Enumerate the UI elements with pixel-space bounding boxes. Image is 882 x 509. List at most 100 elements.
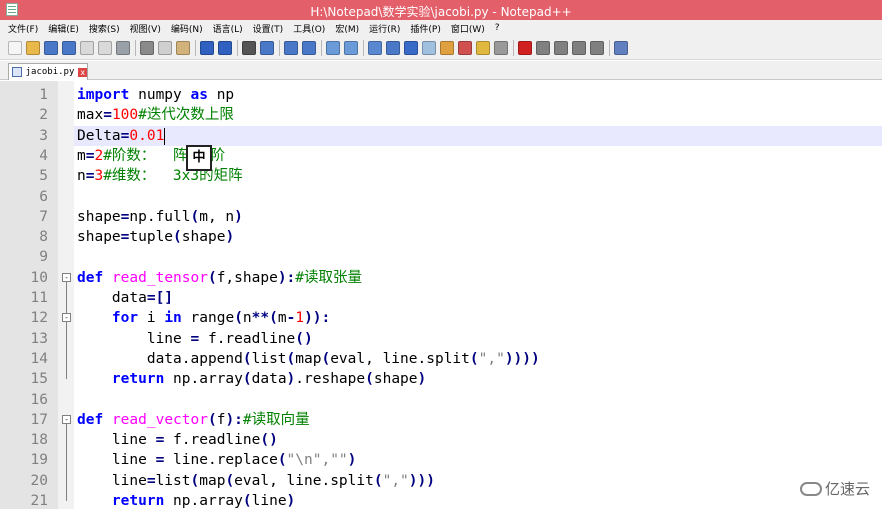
save-all-icon[interactable] bbox=[62, 40, 76, 55]
code-token-op: = bbox=[146, 472, 156, 489]
close-file-icon[interactable] bbox=[80, 40, 94, 55]
toolbar-separator bbox=[363, 39, 364, 56]
close-all-icon[interactable] bbox=[98, 40, 112, 55]
code-line[interactable]: return np.array(data).reshape(shape) bbox=[77, 369, 426, 389]
editor[interactable]: 1 2 3 4 5 6 7 8 9 10 11 12 13 14 15 16 17 18 19 20 21 --- im… bbox=[0, 81, 882, 509]
code-token-plain: line bbox=[77, 472, 147, 489]
fold-margin[interactable]: - - - bbox=[58, 81, 74, 509]
sync-horizontal-icon[interactable] bbox=[344, 40, 358, 55]
code-token-op: ( bbox=[242, 371, 252, 388]
code-token-plain: shape bbox=[77, 229, 121, 246]
menu-item-12[interactable]: ? bbox=[495, 23, 500, 33]
new-file-icon[interactable] bbox=[8, 40, 22, 55]
code-line[interactable]: data=[] bbox=[77, 288, 173, 308]
zoom-out-icon[interactable] bbox=[302, 40, 316, 55]
monitoring-icon[interactable] bbox=[494, 40, 508, 55]
run-multiple-icon[interactable] bbox=[572, 40, 586, 55]
code-line[interactable]: data.append(list(map(eval, line.split(",… bbox=[77, 349, 540, 369]
close-tab-icon[interactable]: x bbox=[78, 67, 87, 77]
copy-icon[interactable] bbox=[158, 40, 172, 55]
line-number: 15 bbox=[30, 371, 48, 388]
record-macro-icon[interactable] bbox=[518, 40, 532, 55]
code-token-plain: map bbox=[295, 350, 322, 367]
menu-item-11[interactable]: 窗口(W) bbox=[451, 22, 485, 35]
code-token-plain: np.full bbox=[129, 208, 191, 225]
code-token-plain: m bbox=[277, 310, 287, 327]
paste-icon[interactable] bbox=[176, 40, 190, 55]
code-token-kw: as bbox=[190, 87, 208, 103]
menu-item-8[interactable]: 宏(M) bbox=[335, 22, 359, 35]
code-line[interactable]: line=list(map(eval, line.split(","))) bbox=[77, 471, 435, 491]
menu-item-3[interactable]: 视图(V) bbox=[130, 22, 161, 35]
code-line[interactable]: def read_vector(f):#读取向量 bbox=[77, 410, 310, 430]
tab-jacobi-py[interactable]: jacobi.py x bbox=[8, 63, 88, 80]
sync-vertical-icon[interactable] bbox=[326, 40, 340, 55]
code-line[interactable]: import numpy as np bbox=[77, 85, 234, 105]
menu-item-10[interactable]: 插件(P) bbox=[410, 22, 440, 35]
code-token-op: =[] bbox=[146, 290, 174, 306]
fold-toggle-icon[interactable]: - bbox=[62, 414, 71, 424]
code-token-plain: n bbox=[242, 310, 252, 327]
undo-icon[interactable] bbox=[200, 40, 214, 55]
cut-icon[interactable] bbox=[140, 40, 154, 55]
stop-record-icon[interactable] bbox=[536, 40, 550, 55]
print-icon[interactable] bbox=[116, 40, 130, 55]
code-line[interactable]: shape=np.full(m, n) bbox=[77, 207, 243, 227]
menu-item-6[interactable]: 设置(T) bbox=[253, 22, 284, 35]
code-token-op: ( bbox=[190, 472, 200, 489]
function-list-icon[interactable] bbox=[458, 40, 472, 55]
code-token-plain: m, n bbox=[199, 208, 235, 225]
code-token-plain: f,shape bbox=[216, 269, 278, 286]
code-line[interactable]: def read_tensor(f,shape):#读取张量 bbox=[77, 268, 362, 288]
watermark-text: 亿速云 bbox=[825, 480, 871, 498]
replace-icon[interactable] bbox=[260, 40, 274, 55]
code-line[interactable]: line = line.replace("\n","") bbox=[77, 450, 356, 470]
open-folder-icon[interactable] bbox=[26, 40, 40, 55]
line-number: 1 bbox=[39, 87, 48, 103]
title-bar: H:\Notepad\数学实验\jacobi.py - Notepad++ bbox=[0, 0, 882, 20]
code-line[interactable]: n=3#维数： 3x3的矩阵 bbox=[77, 166, 243, 186]
code-line[interactable]: line = f.readline() bbox=[77, 329, 313, 349]
code-line[interactable]: return np.array(line) bbox=[77, 491, 295, 509]
redo-icon[interactable] bbox=[218, 40, 232, 55]
code-token-op: ( bbox=[234, 310, 243, 327]
zoom-in-icon[interactable] bbox=[284, 40, 298, 55]
fold-toggle-icon[interactable]: - bbox=[62, 272, 71, 282]
find-icon[interactable] bbox=[242, 40, 256, 55]
code-token-op: ) bbox=[286, 371, 296, 388]
code-token-plain: shape bbox=[77, 208, 121, 225]
code-token-plain: tuple bbox=[129, 229, 174, 246]
fold-toggle-icon[interactable]: - bbox=[62, 313, 71, 323]
line-number: 3 bbox=[39, 127, 48, 144]
menu-item-5[interactable]: 语言(L) bbox=[213, 22, 243, 35]
code-line[interactable]: shape=tuple(shape) bbox=[77, 227, 234, 247]
code-token-op: = bbox=[155, 432, 165, 449]
menu-item-2[interactable]: 搜索(S) bbox=[89, 22, 120, 35]
lang-define-icon[interactable] bbox=[422, 40, 436, 55]
code-token-op: = bbox=[155, 452, 165, 469]
save-icon[interactable] bbox=[44, 40, 58, 55]
code-line[interactable]: line = f.readline() bbox=[77, 430, 278, 450]
code-line[interactable]: max=100#迭代次数上限 bbox=[77, 105, 234, 125]
indent-guide-icon[interactable] bbox=[404, 40, 418, 55]
doc-map-icon[interactable] bbox=[440, 40, 454, 55]
word-wrap-icon[interactable] bbox=[368, 40, 382, 55]
menu-item-4[interactable]: 编码(N) bbox=[171, 22, 203, 35]
code-token-com: #读取张量 bbox=[295, 269, 363, 286]
code-token-com: #读取向量 bbox=[242, 411, 310, 428]
folder-workspace-icon[interactable] bbox=[476, 40, 490, 55]
line-number: 8 bbox=[39, 229, 48, 246]
code-line[interactable]: for i in range(n**(m-1)): bbox=[77, 308, 330, 328]
menu-item-9[interactable]: 运行(R) bbox=[369, 22, 400, 35]
menu-item-0[interactable]: 文件(F) bbox=[8, 22, 38, 35]
spell-check-icon[interactable] bbox=[614, 40, 628, 55]
playback-icon[interactable] bbox=[554, 40, 568, 55]
code-line[interactable]: Delta=0.01 bbox=[77, 126, 164, 146]
save-macro-icon[interactable] bbox=[590, 40, 604, 55]
show-all-chars-icon[interactable] bbox=[386, 40, 400, 55]
code-token-op: ( bbox=[242, 350, 252, 367]
code-token-plain: list bbox=[155, 472, 191, 489]
menu-item-7[interactable]: 工具(O) bbox=[293, 22, 325, 35]
menu-item-1[interactable]: 编辑(E) bbox=[48, 22, 79, 35]
